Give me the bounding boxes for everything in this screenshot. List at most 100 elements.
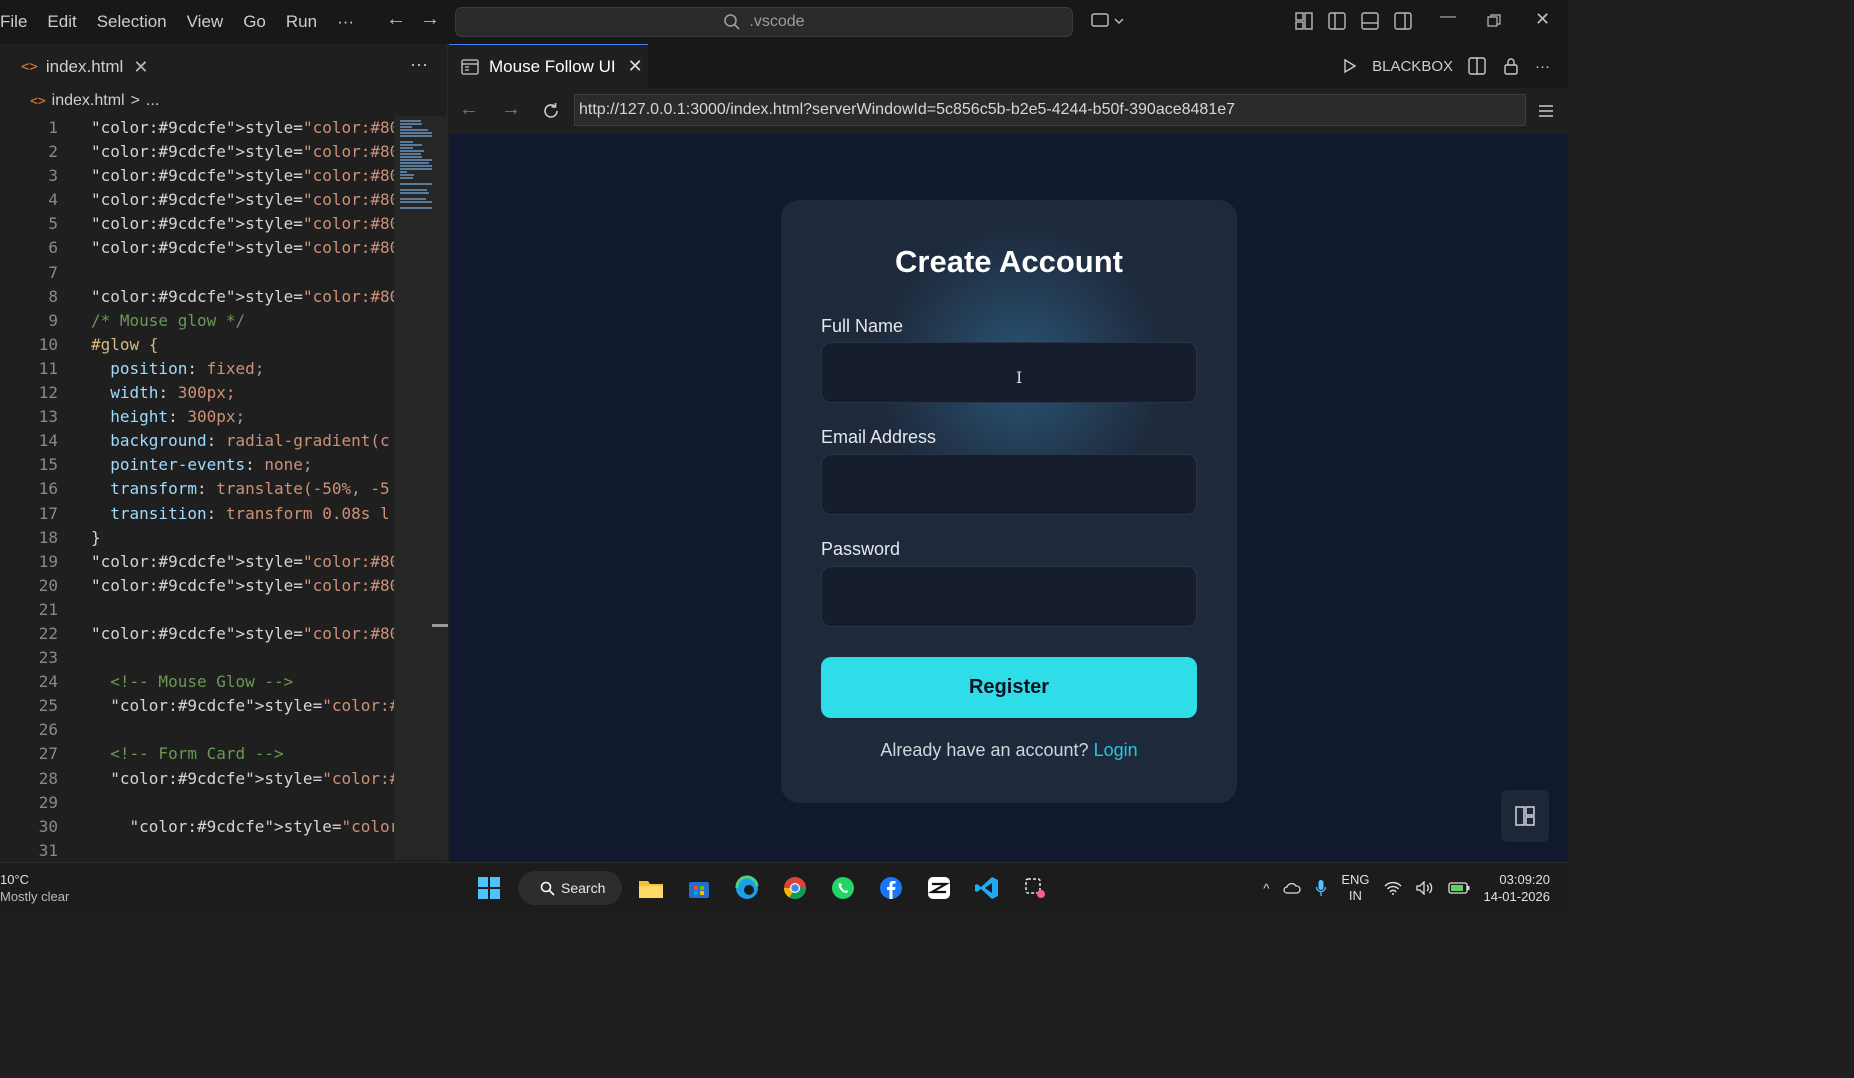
browser-tab[interactable]: Mouse Follow UI ✕ bbox=[449, 44, 648, 88]
code-line[interactable]: 18} bbox=[0, 526, 394, 550]
editor-tab-index-html[interactable]: <> index.html ✕ bbox=[7, 46, 157, 88]
code-line[interactable]: 31 bbox=[0, 839, 394, 860]
code-line[interactable]: 24 <!-- Mouse Glow --> bbox=[0, 670, 394, 694]
toggle-sidebar-icon[interactable] bbox=[1327, 11, 1347, 31]
chrome-browser-icon[interactable] bbox=[776, 869, 814, 907]
code-line[interactable]: 29 bbox=[0, 791, 394, 815]
code-line[interactable]: 9 /* Mouse glow */ bbox=[0, 309, 394, 333]
close-window-icon[interactable]: ✕ bbox=[1535, 9, 1550, 30]
code-line[interactable]: 3 "color:#9cdcfe">style="color:#808080"><… bbox=[0, 164, 394, 188]
edge-browser-icon[interactable] bbox=[728, 869, 766, 907]
browser-more-actions[interactable]: ··· bbox=[1535, 58, 1550, 75]
forward-arrow-icon[interactable]: → bbox=[420, 8, 440, 31]
split-editor-icon[interactable] bbox=[1467, 56, 1487, 76]
login-link[interactable]: Login bbox=[1094, 740, 1138, 760]
code-text: height: 300px; bbox=[110, 407, 246, 427]
code-line[interactable]: 26 bbox=[0, 718, 394, 742]
windows-start-icon[interactable] bbox=[470, 869, 508, 907]
code-line[interactable]: 14 background: radial-gradient(c bbox=[0, 429, 394, 453]
reload-icon[interactable] bbox=[541, 101, 561, 121]
menu-run[interactable]: Run bbox=[276, 12, 327, 32]
lock-icon[interactable] bbox=[1501, 56, 1521, 76]
taskbar-search[interactable]: Search bbox=[518, 871, 622, 905]
code-line[interactable]: 13 height: 300px; bbox=[0, 405, 394, 429]
simple-browser-pane: Mouse Follow UI ✕ BLACKBOX ··· ← → http:… bbox=[449, 44, 1568, 862]
back-arrow-icon[interactable]: ← bbox=[459, 98, 479, 121]
code-editor[interactable]: 1 "color:#9cdcfe">style="color:#808080"><… bbox=[0, 116, 394, 860]
code-line[interactable]: 8 "color:#9cdcfe">style="color:#808080"><… bbox=[0, 285, 394, 309]
code-line[interactable]: 15 pointer-events: none; bbox=[0, 453, 394, 477]
code-line[interactable]: 7 bbox=[0, 261, 394, 285]
menu-view[interactable]: View bbox=[177, 12, 234, 32]
menu-edit[interactable]: Edit bbox=[37, 12, 86, 32]
email-label: Email Address bbox=[821, 427, 937, 447]
menu-more[interactable]: ··· bbox=[327, 12, 364, 32]
chevron-up-icon[interactable]: ^ bbox=[1263, 881, 1269, 896]
breadcrumb-rest[interactable]: ... bbox=[146, 92, 159, 110]
code-line[interactable]: 22 "color:#9cdcfe">style="color:#808080">… bbox=[0, 622, 394, 646]
menu-file[interactable]: File bbox=[0, 12, 37, 32]
back-arrow-icon[interactable]: ← bbox=[386, 8, 406, 31]
line-number: 23 bbox=[38, 648, 58, 668]
play-icon[interactable] bbox=[1342, 58, 1358, 74]
minimap[interactable] bbox=[394, 116, 448, 860]
blackbox-label[interactable]: BLACKBOX bbox=[1372, 58, 1453, 75]
email-input[interactable] bbox=[821, 454, 1197, 515]
register-button[interactable]: Register bbox=[821, 657, 1197, 718]
restore-icon[interactable] bbox=[1486, 13, 1502, 29]
code-line[interactable]: 1 "color:#9cdcfe">style="color:#808080"><… bbox=[0, 116, 394, 140]
full-name-input[interactable] bbox=[821, 342, 1197, 403]
snipping-tool-icon[interactable] bbox=[1016, 869, 1054, 907]
wifi-icon[interactable] bbox=[1383, 881, 1402, 895]
code-line[interactable]: 11 position: fixed; bbox=[0, 357, 394, 381]
close-icon[interactable]: ✕ bbox=[628, 56, 643, 77]
code-line[interactable]: 5 "color:#9cdcfe">style="color:#808080"><… bbox=[0, 212, 394, 236]
scrollbar-indicator[interactable] bbox=[432, 624, 448, 627]
code-line[interactable]: 28 "color:#9cdcfe">style="color:#808080"… bbox=[0, 767, 394, 791]
capcut-icon[interactable] bbox=[920, 869, 958, 907]
forward-arrow-icon[interactable]: → bbox=[501, 98, 521, 121]
microsoft-store-icon[interactable] bbox=[680, 869, 718, 907]
code-line[interactable]: 25 "color:#9cdcfe">style="color:#808080"… bbox=[0, 694, 394, 718]
command-center-search[interactable]: .vscode bbox=[455, 7, 1073, 37]
code-line[interactable]: 16 transform: translate(-50%, -5 bbox=[0, 477, 394, 501]
code-line[interactable]: 4 "color:#9cdcfe">style="color:#808080"><… bbox=[0, 188, 394, 212]
customize-layout-icon[interactable] bbox=[1294, 11, 1314, 31]
code-line[interactable]: 21 bbox=[0, 598, 394, 622]
clock[interactable]: 03:09:20 14-01-2026 bbox=[1484, 871, 1551, 905]
weather-widget[interactable]: 10°C Mostly clear bbox=[0, 871, 69, 905]
code-line[interactable]: 17 transition: transform 0.08s l bbox=[0, 502, 394, 526]
menu-go[interactable]: Go bbox=[233, 12, 276, 32]
toggle-panel-icon[interactable] bbox=[1360, 11, 1380, 31]
code-line[interactable]: 27 <!-- Form Card --> bbox=[0, 742, 394, 766]
copilot-chat-icon[interactable] bbox=[1090, 11, 1124, 31]
battery-icon[interactable] bbox=[1447, 881, 1470, 895]
code-line[interactable]: 10 #glow { bbox=[0, 333, 394, 357]
code-line[interactable]: 20 "color:#9cdcfe">style="color:#808080">… bbox=[0, 574, 394, 598]
vscode-icon[interactable] bbox=[968, 869, 1006, 907]
microphone-icon[interactable] bbox=[1315, 879, 1327, 897]
file-explorer-icon[interactable] bbox=[632, 869, 670, 907]
facebook-icon[interactable] bbox=[872, 869, 910, 907]
menu-lines-icon[interactable] bbox=[1537, 102, 1555, 120]
code-text: "color:#9cdcfe">style="color:#808080"><"… bbox=[91, 142, 394, 162]
minimize-icon[interactable]: — bbox=[1440, 8, 1456, 26]
code-line[interactable]: 30 "color:#9cdcfe">style="color:#808080"… bbox=[0, 815, 394, 839]
code-line[interactable]: 2 "color:#9cdcfe">style="color:#808080"><… bbox=[0, 140, 394, 164]
password-input[interactable] bbox=[821, 566, 1197, 627]
whatsapp-icon[interactable] bbox=[824, 869, 862, 907]
menu-selection[interactable]: Selection bbox=[87, 12, 177, 32]
breadcrumb-file[interactable]: index.html bbox=[52, 92, 125, 110]
code-line[interactable]: 19 "color:#9cdcfe">style="color:#808080">… bbox=[0, 550, 394, 574]
url-input[interactable]: http://127.0.0.1:3000/index.html?serverW… bbox=[574, 94, 1526, 126]
volume-icon[interactable] bbox=[1415, 881, 1434, 895]
onedrive-cloud-icon[interactable] bbox=[1283, 882, 1301, 894]
toggle-secondary-sidebar-icon[interactable] bbox=[1393, 11, 1413, 31]
close-icon[interactable]: ✕ bbox=[133, 57, 148, 78]
code-line[interactable]: 12 width: 300px; bbox=[0, 381, 394, 405]
input-language[interactable]: ENG IN bbox=[1341, 872, 1369, 904]
code-line[interactable]: 6 "color:#9cdcfe">style="color:#808080"><… bbox=[0, 236, 394, 260]
editor-more-actions[interactable]: ··· bbox=[410, 54, 428, 75]
floating-layout-button[interactable] bbox=[1501, 790, 1549, 842]
code-line[interactable]: 23 bbox=[0, 646, 394, 670]
